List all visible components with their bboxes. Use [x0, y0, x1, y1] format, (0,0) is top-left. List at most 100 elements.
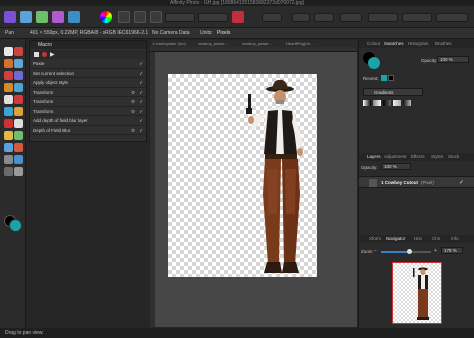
primary-colour-swatch[interactable]	[9, 219, 22, 232]
document-tab[interactable]: 1 cowboydale (Ion)	[152, 40, 186, 47]
macro-step-row[interactable]: Transform ⚙ ✓	[30, 98, 146, 107]
marquee-icon[interactable]	[14, 71, 23, 80]
fill-tool-icon[interactable]	[4, 107, 13, 116]
zoom-input[interactable]: 178 %	[441, 247, 463, 254]
document-tab[interactable]: cowboy_power...	[198, 40, 228, 47]
macro-step-enabled-check[interactable]: ✓	[139, 60, 143, 68]
macro-step-enabled-check[interactable]: ✓	[139, 108, 143, 116]
record-icon[interactable]	[42, 52, 47, 57]
boolean-group[interactable]	[402, 13, 432, 22]
swatch-primary[interactable]	[368, 57, 380, 69]
view-tool-icon[interactable]	[14, 47, 23, 56]
sharing-icon[interactable]	[150, 11, 162, 23]
macro-step-row[interactable]: Set current selection ✓	[30, 70, 146, 78]
document-canvas[interactable]	[168, 74, 317, 277]
snapping-group[interactable]	[262, 13, 282, 22]
red-eye-tool-icon[interactable]	[14, 131, 23, 140]
gear-icon[interactable]: ⚙	[131, 108, 135, 116]
zoom-tool-icon[interactable]	[14, 167, 23, 176]
tab-stock[interactable]: Stock	[448, 153, 459, 161]
tab-history[interactable]: Hist	[414, 235, 422, 243]
layer-visibility-check[interactable]: ✓	[459, 179, 464, 186]
paint-brush-icon[interactable]	[14, 83, 23, 92]
gradient-tool-icon[interactable]	[14, 107, 23, 116]
quick-mask-group[interactable]	[165, 13, 195, 22]
pixel-tool-icon[interactable]	[4, 95, 13, 104]
macro-step-enabled-check[interactable]: ✓	[139, 70, 143, 78]
clone-tool-icon[interactable]	[14, 119, 23, 128]
layer-row[interactable]: 1 Cowboy Cutout (Pixel) ✓	[359, 176, 474, 188]
smudge-tool-icon[interactable]	[14, 143, 23, 152]
lasso-icon[interactable]	[4, 83, 13, 92]
erase-brush-icon[interactable]	[14, 95, 23, 104]
develop-persona-icon[interactable]	[36, 11, 48, 23]
selection-brush-icon[interactable]	[14, 59, 23, 68]
gradient-swatch[interactable]	[383, 100, 391, 106]
shape-tool-icon[interactable]	[14, 155, 23, 164]
macro-step-enabled-check[interactable]: ✓	[139, 79, 143, 87]
macro-step-enabled-check[interactable]: ✓	[139, 127, 143, 135]
macro-step-enabled-check[interactable]: ✓	[139, 117, 143, 125]
tab-adjustment[interactable]: Adjustment	[384, 153, 407, 161]
zoom-out-icon[interactable]: −	[374, 248, 377, 254]
navigator-preview[interactable]	[392, 262, 442, 324]
layers-opacity-input[interactable]: 100 %	[381, 163, 411, 170]
zoom-slider[interactable]	[381, 249, 431, 254]
gear-icon[interactable]: ⚙	[131, 89, 135, 97]
zoom-slider-handle[interactable]	[407, 249, 412, 254]
macro-step-enabled-check[interactable]: ✓	[139, 89, 143, 97]
gear-icon[interactable]: ⚙	[131, 127, 135, 135]
colour-wheel-icon[interactable]	[100, 11, 112, 23]
document-tab[interactable]: HeadtPeg(Un...	[286, 40, 314, 47]
tab-brushes[interactable]: Brushes	[435, 40, 452, 48]
macro-step-enabled-check[interactable]: ✓	[139, 98, 143, 106]
document-tab[interactable]: cowboy_power...	[242, 40, 272, 47]
recent-swatch[interactable]	[388, 75, 394, 81]
tab-layers[interactable]: Layers	[367, 153, 381, 161]
photo-persona-icon[interactable]	[4, 11, 16, 23]
tab-info[interactable]: Info	[451, 235, 459, 243]
text-tool-icon[interactable]	[4, 167, 13, 176]
gradient-swatch[interactable]	[363, 100, 371, 106]
gradient-swatch[interactable]	[373, 100, 381, 106]
healing-tool-icon[interactable]	[4, 131, 13, 140]
gradient-swatch[interactable]	[393, 100, 401, 106]
macro-step-row[interactable]: Add depth of field blur layer ✓	[30, 117, 146, 126]
opacity-input[interactable]: 100 %	[437, 56, 469, 63]
recent-swatch[interactable]	[381, 75, 387, 81]
adjustments-icon[interactable]	[118, 11, 130, 23]
export-persona-icon[interactable]	[68, 11, 80, 23]
macro-step-row[interactable]: Paste ✓	[30, 60, 146, 69]
arrange-group[interactable]	[368, 13, 398, 22]
align-group[interactable]	[314, 13, 334, 22]
transform-group[interactable]	[340, 13, 362, 22]
view-group[interactable]	[436, 13, 468, 22]
crop-tool-icon[interactable]	[4, 59, 13, 68]
macro-step-row[interactable]: Depth of Field Blur ⚙ ✓	[30, 127, 146, 135]
tone-mapping-persona-icon[interactable]	[52, 11, 64, 23]
flood-select-icon[interactable]	[4, 71, 13, 80]
zoom-in-icon[interactable]: +	[434, 248, 437, 254]
brush-icon[interactable]	[232, 11, 244, 23]
macro-step-row[interactable]: Transform ⚙ ✓	[30, 89, 146, 97]
macro-step-row[interactable]: Apply object style ✓	[30, 79, 146, 88]
units-select[interactable]: Pixels	[217, 28, 230, 39]
tab-effects[interactable]: Effects	[411, 153, 425, 161]
tab-channels[interactable]: Chn	[432, 235, 440, 243]
order-group[interactable]	[292, 13, 310, 22]
gradient-swatch[interactable]	[403, 100, 411, 106]
blemish-tool-icon[interactable]	[4, 143, 13, 152]
liquify-persona-icon[interactable]	[20, 11, 32, 23]
tab-histogram[interactable]: Histogram	[408, 40, 429, 48]
tab-colour[interactable]: Colour	[367, 40, 380, 48]
tab-navigator[interactable]: Navigator	[386, 235, 405, 243]
toolbar-dropdown-icon[interactable]	[134, 11, 146, 23]
dodge-tool-icon[interactable]	[4, 119, 13, 128]
selection-mode-group[interactable]	[198, 13, 228, 22]
tab-swatches[interactable]: Swatches	[384, 40, 404, 48]
swatch-category-select[interactable]: Gradients	[363, 88, 423, 96]
stop-icon[interactable]	[34, 52, 39, 57]
macro-step-row[interactable]: Transform ⚙ ✓	[30, 108, 146, 116]
tab-styles[interactable]: Styles	[431, 153, 443, 161]
tab-transform[interactable]: Xform	[369, 235, 381, 243]
